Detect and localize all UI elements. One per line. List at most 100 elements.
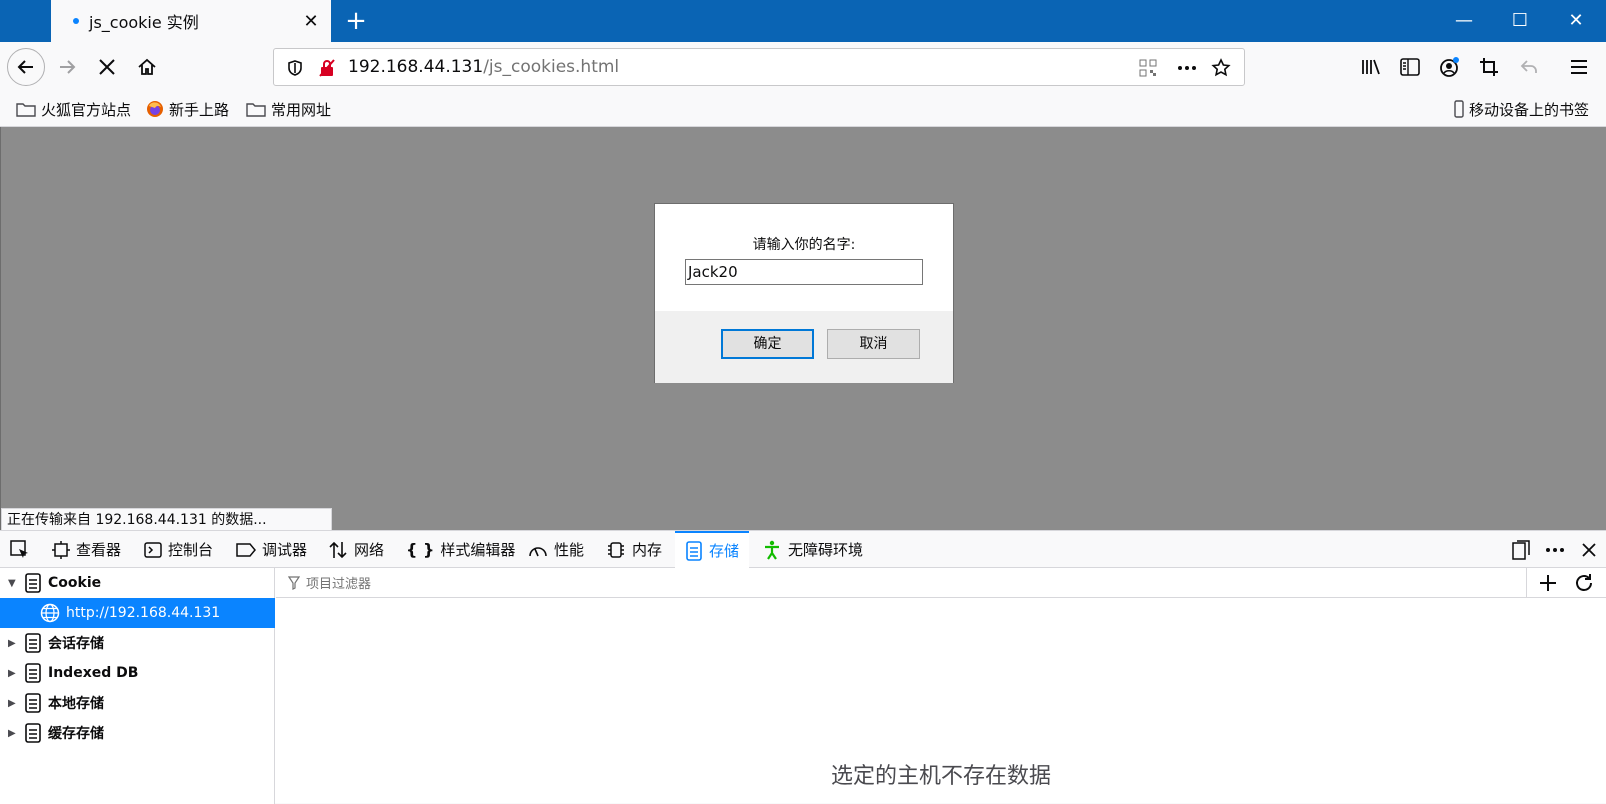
bookmark-item[interactable]: 常用网址: [246, 98, 331, 120]
tree-item-host[interactable]: http://192.168.44.131: [0, 598, 275, 628]
performance-icon: [528, 542, 548, 558]
title-bar: js_cookie 实例 ✕ + — ☐ ✕: [0, 0, 1606, 42]
network-icon: [328, 541, 348, 559]
minimize-button[interactable]: —: [1436, 0, 1492, 42]
storage-icon: [685, 540, 703, 561]
devtools-close-button[interactable]: [1576, 537, 1602, 563]
tree-item-session-storage[interactable]: ▶ 会话存储: [0, 628, 275, 658]
storage-main-pane: 项目过滤器 选定的主机不存在数据: [276, 568, 1606, 804]
more-icon: [1546, 548, 1564, 552]
forward-arrow-icon: [60, 60, 76, 74]
tree-item-label: 缓存存储: [48, 726, 104, 742]
bookmark-star-icon[interactable]: [1210, 57, 1232, 79]
stop-button[interactable]: [90, 50, 124, 84]
collapsed-arrow-icon[interactable]: ▶: [8, 638, 18, 649]
home-button[interactable]: [130, 50, 164, 84]
empty-message: 选定的主机不存在数据: [830, 764, 1051, 789]
style-editor-icon: { }: [406, 540, 435, 559]
back-button[interactable]: [7, 48, 45, 86]
tab-console[interactable]: 控制台: [144, 531, 213, 568]
devtools-toolbar: 查看器 控制台 调试器 网络 { } 样式编辑器 性能 内存 存储 无障碍环境: [0, 531, 1606, 568]
bookmark-label: 新手上路: [169, 100, 230, 119]
name-input[interactable]: Jack20: [685, 259, 923, 285]
accessibility-icon: [762, 540, 782, 560]
mobile-bookmarks-label: 移动设备上的书签: [1469, 100, 1590, 119]
tab-accessibility[interactable]: 无障碍环境: [762, 531, 863, 568]
tab-storage[interactable]: 存储: [675, 531, 750, 568]
devtools-panel: 查看器 控制台 调试器 网络 { } 样式编辑器 性能 内存 存储 无障碍环境 …: [0, 530, 1606, 804]
tab-inspector[interactable]: 查看器: [52, 531, 121, 568]
collapsed-arrow-icon[interactable]: ▶: [8, 728, 18, 739]
page-actions-icon[interactable]: [1176, 57, 1198, 79]
tree-item-label: 本地存储: [48, 696, 104, 712]
bookmark-item[interactable]: 火狐官方站点: [16, 98, 131, 120]
tab-debugger[interactable]: 调试器: [236, 531, 307, 568]
cancel-button[interactable]: 取消: [827, 329, 920, 359]
debugger-icon: [236, 542, 256, 557]
bookmark-label: 常用网址: [271, 100, 332, 119]
url-path: /js_cookies.html: [483, 57, 620, 77]
inspector-icon: [52, 540, 70, 559]
qr-code-icon[interactable]: [1137, 57, 1159, 79]
filter-input[interactable]: 项目过滤器: [306, 573, 371, 592]
undo-button[interactable]: [1512, 50, 1546, 84]
tab-memory[interactable]: 内存: [606, 531, 662, 568]
prompt-dialog: 请输入你的名字: Jack20 确定 取消: [654, 203, 954, 383]
tab-style-editor[interactable]: { } 样式编辑器: [406, 531, 515, 568]
bookmark-item[interactable]: 新手上路: [146, 98, 229, 120]
prompt-message: 请输入你的名字:: [752, 237, 856, 253]
sidebar-button[interactable]: [1393, 50, 1427, 84]
tree-item-local-storage[interactable]: ▶ 本地存储: [0, 688, 275, 718]
globe-icon: [40, 603, 60, 623]
tab-label: 样式编辑器: [440, 541, 516, 559]
tab-label: 无障碍环境: [788, 541, 864, 559]
devtools-more-button[interactable]: [1542, 537, 1568, 563]
screenshot-button[interactable]: [1472, 50, 1506, 84]
storage-icon: [24, 573, 42, 593]
window-close-button[interactable]: ✕: [1548, 0, 1604, 42]
crop-icon: [1480, 58, 1498, 76]
browser-tab[interactable]: js_cookie 实例 ✕: [51, 0, 331, 42]
new-tab-button[interactable]: +: [340, 4, 372, 38]
maximize-button[interactable]: ☐: [1492, 0, 1548, 42]
tab-performance[interactable]: 性能: [528, 531, 584, 568]
tree-item-label: Cookie: [48, 575, 102, 591]
library-button[interactable]: [1354, 50, 1388, 84]
tab-network[interactable]: 网络: [328, 531, 384, 568]
tree-item-indexed-db[interactable]: ▶ Indexed DB: [0, 658, 275, 688]
url-text: 192.168.44.131/js_cookies.html: [348, 57, 619, 77]
hamburger-menu-icon: [1571, 60, 1587, 74]
tab-label: 网络: [354, 541, 385, 559]
expanded-arrow-icon[interactable]: ▼: [8, 578, 18, 589]
url-host: 192.168.44.131: [348, 57, 484, 77]
account-button[interactable]: [1432, 50, 1466, 84]
storage-icon: [24, 693, 42, 713]
tab-label: 内存: [632, 541, 663, 559]
tab-close-icon[interactable]: ✕: [299, 11, 323, 32]
page-content: 请输入你的名字: Jack20 确定 取消 正在传输来自 192.168.44.…: [0, 127, 1606, 532]
storage-icon: [24, 723, 42, 743]
menu-button[interactable]: [1562, 50, 1596, 84]
tracking-protection-icon[interactable]: [284, 57, 306, 79]
ok-button[interactable]: 确定: [721, 329, 814, 359]
mobile-device-icon: [1454, 100, 1464, 118]
tab-label: 调试器: [262, 541, 308, 559]
refresh-icon[interactable]: [1574, 573, 1594, 593]
forward-button[interactable]: [50, 50, 84, 84]
tree-item-cache-storage[interactable]: ▶ 缓存存储: [0, 718, 275, 748]
element-picker-button[interactable]: [10, 531, 30, 568]
add-item-icon[interactable]: [1538, 573, 1558, 593]
tab-label: 查看器: [76, 541, 122, 559]
dock-options-button[interactable]: [1508, 537, 1534, 563]
url-bar[interactable]: 192.168.44.131/js_cookies.html: [273, 48, 1245, 86]
filter-bar: 项目过滤器: [276, 568, 1606, 598]
account-icon: [1440, 57, 1459, 77]
navigation-bar: 192.168.44.131/js_cookies.html: [0, 42, 1606, 92]
mobile-bookmarks-item[interactable]: 移动设备上的书签: [1454, 98, 1589, 120]
bookmarks-bar: 火狐官方站点 新手上路 常用网址 移动设备上的书签: [0, 92, 1606, 127]
tree-item-cookie[interactable]: ▼ Cookie: [0, 568, 275, 598]
collapsed-arrow-icon[interactable]: ▶: [8, 698, 18, 709]
insecure-connection-icon[interactable]: [316, 57, 338, 79]
tree-item-label: 会话存储: [48, 636, 104, 652]
collapsed-arrow-icon[interactable]: ▶: [8, 668, 18, 679]
